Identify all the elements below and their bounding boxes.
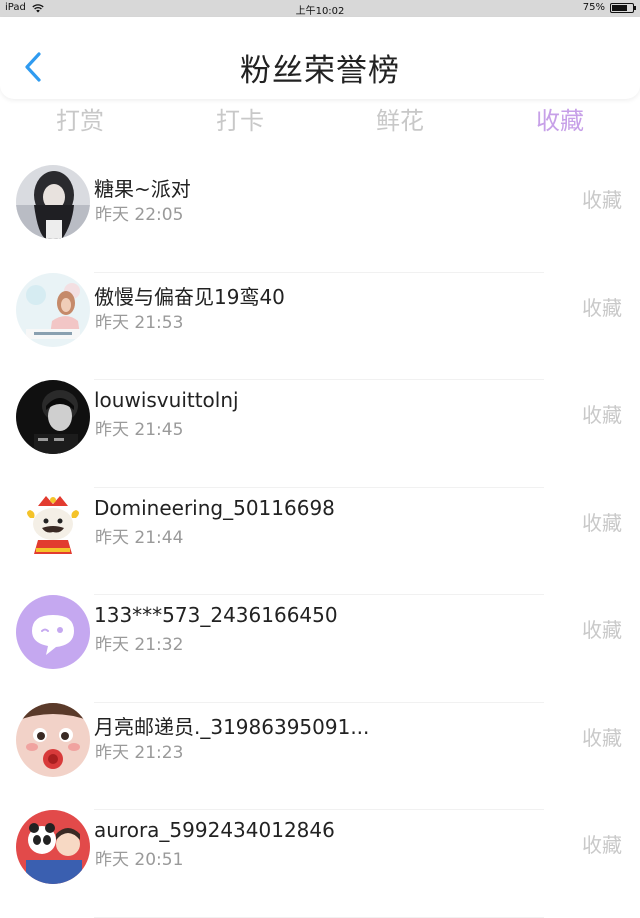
fan-name: 糖果~派对: [94, 177, 191, 201]
list-item[interactable]: louwisvuittolnj 昨天 21:45 收藏: [0, 380, 640, 488]
avatar[interactable]: [16, 380, 90, 454]
fan-list: 糖果~派对 昨天 22:05 收藏 傲慢与偏奋见19鸾40 昨天 21:53 收…: [0, 165, 640, 918]
battery-fill: [612, 4, 627, 11]
fan-time: 昨天 20:51: [95, 850, 184, 870]
favorite-label: 收藏: [582, 725, 622, 750]
fan-time: 昨天 21:53: [95, 312, 184, 333]
fan-time: 昨天 21:45: [95, 420, 184, 440]
list-item[interactable]: aurora_5992434012846 昨天 20:51 收藏: [0, 810, 640, 918]
favorite-label: 收藏: [582, 295, 622, 320]
avatar[interactable]: [16, 487, 90, 562]
status-right: 75%: [582, 2, 636, 13]
tab-checkin[interactable]: 打卡: [160, 100, 320, 144]
favorite-label: 收藏: [582, 833, 622, 857]
favorite-label: 收藏: [582, 510, 622, 535]
fan-name: 傲慢与偏奋见19鸾40: [94, 284, 285, 309]
list-item[interactable]: 傲慢与偏奋见19鸾40 昨天 21:53 收藏: [0, 272, 640, 381]
fan-name: aurora_5992434012846: [94, 818, 335, 842]
status-bar: iPad 上午10:02 75%: [0, 0, 640, 17]
tab-bar: 打赏 打卡 鲜花 收藏: [0, 100, 640, 144]
list-item[interactable]: 月亮邮递员._31986395091... 昨天 21:23 收藏: [0, 702, 640, 811]
nav-header: 粉丝荣誉榜: [0, 17, 640, 99]
status-time: 上午10:02: [295, 6, 345, 17]
page-title: 粉丝荣誉榜: [240, 53, 400, 89]
fan-name: louwisvuittolnj: [94, 388, 239, 412]
avatar[interactable]: [16, 272, 90, 347]
fan-time: 昨天 21:32: [95, 635, 184, 655]
fan-name: 133***573_2436166450: [94, 603, 338, 627]
avatar[interactable]: [16, 165, 90, 239]
favorite-label: 收藏: [582, 618, 622, 642]
fan-time: 昨天 21:44: [95, 527, 184, 548]
avatar[interactable]: [16, 595, 90, 669]
favorite-label: 收藏: [582, 188, 622, 212]
fan-time: 昨天 22:05: [95, 205, 184, 225]
favorite-label: 收藏: [582, 403, 622, 427]
battery-icon: [610, 2, 636, 13]
tab-reward[interactable]: 打赏: [0, 100, 160, 144]
list-item[interactable]: 糖果~派对 昨天 22:05 收藏: [0, 165, 640, 273]
avatar[interactable]: [16, 810, 90, 884]
list-item[interactable]: 133***573_2436166450 昨天 21:32 收藏: [0, 595, 640, 703]
fan-name: 月亮邮递员._31986395091...: [94, 714, 370, 739]
fan-name: Domineering_50116698: [94, 495, 335, 520]
tab-flowers[interactable]: 鲜花: [320, 100, 480, 144]
list-item[interactable]: Domineering_50116698 昨天 21:44 收藏: [0, 487, 640, 596]
fan-time: 昨天 21:23: [95, 742, 184, 763]
battery-percent: 75%: [582, 2, 605, 13]
avatar[interactable]: [16, 702, 90, 777]
tab-favorites[interactable]: 收藏: [480, 100, 640, 144]
